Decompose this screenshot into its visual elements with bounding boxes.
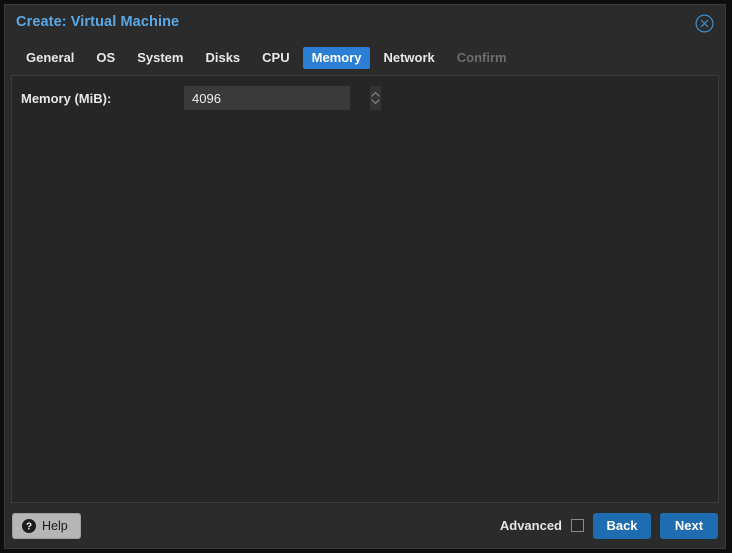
tab-memory[interactable]: Memory xyxy=(302,47,371,69)
memory-label: Memory (MiB): xyxy=(21,90,112,106)
memory-spinner-arrows[interactable] xyxy=(370,86,381,110)
dialog-titlebar: Create: Virtual Machine xyxy=(5,5,725,41)
create-vm-dialog: Create: Virtual Machine General OS Syste… xyxy=(4,4,726,549)
advanced-label: Advanced xyxy=(499,518,562,533)
wizard-tabbar: General OS System Disks CPU Memory Netwo… xyxy=(5,41,725,75)
dialog-title: Create: Virtual Machine xyxy=(16,14,180,30)
memory-spinner[interactable] xyxy=(184,85,381,111)
spinner-arrows-icon xyxy=(371,91,380,105)
memory-input[interactable] xyxy=(184,85,370,111)
help-button[interactable]: ? Help xyxy=(12,512,81,539)
advanced-checkbox[interactable] xyxy=(571,519,584,532)
svg-text:?: ? xyxy=(26,521,32,532)
dialog-footer: ? Help Advanced Back Next xyxy=(5,503,725,548)
question-circle-icon: ? xyxy=(22,518,36,533)
tab-disks[interactable]: Disks xyxy=(196,47,249,69)
tab-os[interactable]: OS xyxy=(87,47,124,69)
tab-general[interactable]: General xyxy=(17,47,83,69)
next-button[interactable]: Next xyxy=(660,512,718,539)
back-button[interactable]: Back xyxy=(593,512,651,539)
close-circle-icon[interactable] xyxy=(695,14,714,33)
tab-cpu[interactable]: CPU xyxy=(253,47,298,69)
footer-actions: Advanced Back Next xyxy=(499,512,718,539)
wizard-content-panel: Memory (MiB): xyxy=(11,75,719,503)
help-button-label: Help xyxy=(42,518,68,533)
tab-confirm: Confirm xyxy=(456,50,507,65)
tab-network[interactable]: Network xyxy=(374,47,443,69)
close-icon-svg xyxy=(695,14,714,33)
memory-form-row: Memory (MiB): xyxy=(12,85,718,111)
tab-system[interactable]: System xyxy=(128,47,192,69)
